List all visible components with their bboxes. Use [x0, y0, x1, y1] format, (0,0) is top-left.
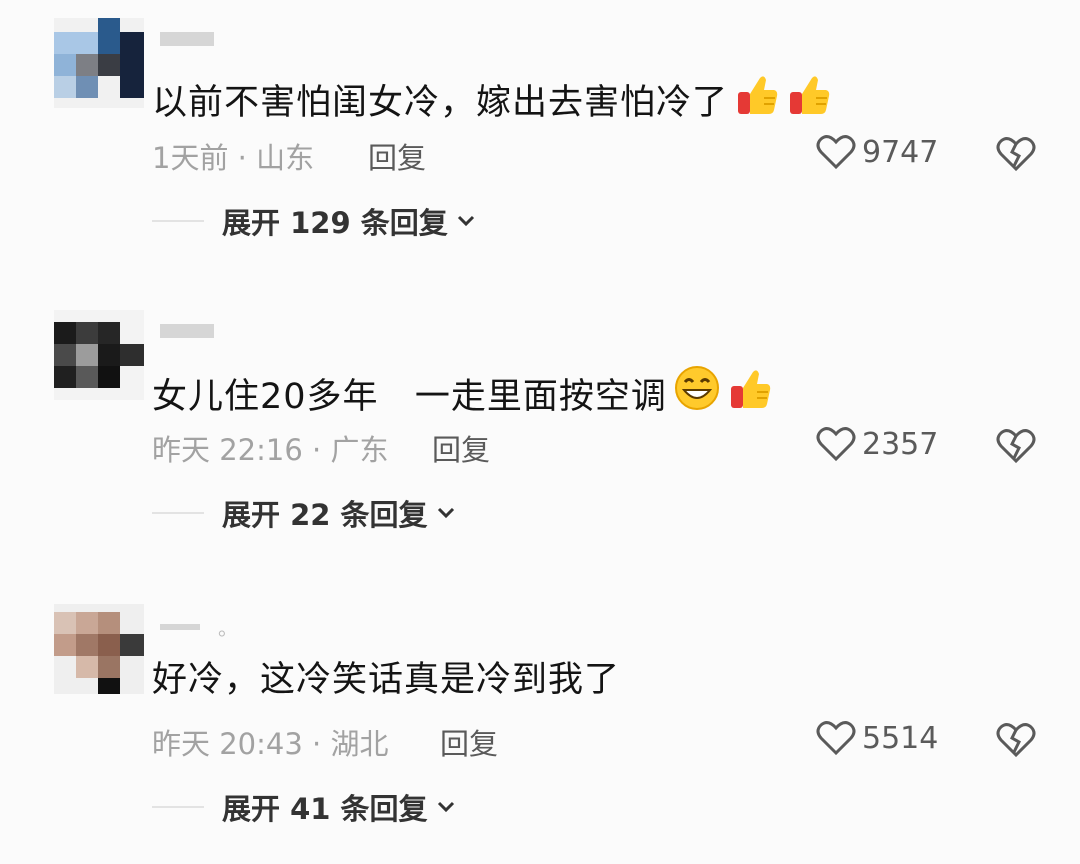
heart-icon: [816, 721, 856, 756]
like-count: 5514: [862, 720, 939, 756]
chevron-down-icon: [437, 801, 454, 813]
dislike-button[interactable]: [996, 722, 1036, 762]
comment-meta: 昨天 22:16 · 广东: [152, 433, 389, 467]
thumbs-up-icon: [727, 366, 773, 423]
expand-replies[interactable]: 展开 129 条回复: [152, 200, 476, 242]
broken-heart-icon: [996, 429, 1036, 464]
broken-heart-icon: [996, 137, 1036, 172]
chevron-down-icon: [437, 507, 454, 519]
thumbs-up-icon: [734, 72, 780, 129]
dislike-button[interactable]: [996, 136, 1036, 176]
expand-label: 展开 22 条回复: [222, 498, 428, 532]
chevron-down-icon: [457, 215, 474, 227]
like-button[interactable]: 9747: [816, 134, 938, 170]
expand-label: 展开 129 条回复: [222, 206, 448, 240]
expand-replies[interactable]: 展开 41 条回复: [152, 786, 456, 828]
divider: [152, 806, 204, 808]
username[interactable]: [160, 32, 214, 46]
like-button[interactable]: 2357: [816, 426, 938, 462]
comment-meta: 1天前 · 山东: [152, 141, 315, 175]
heart-icon: [816, 427, 856, 462]
comment-item: 女儿住20多年 一走里面按空调 昨天 22:16 · 广东 回复 2357 展开…: [0, 310, 1080, 570]
reply-button[interactable]: 回复: [440, 721, 498, 763]
grin-face-icon: [673, 364, 721, 423]
avatar[interactable]: [54, 18, 144, 108]
like-count: 2357: [862, 426, 939, 462]
broken-heart-icon: [996, 723, 1036, 758]
comment-text: 女儿住20多年 一走里面按空调: [152, 364, 773, 423]
like-button[interactable]: 5514: [816, 720, 938, 756]
divider: [152, 220, 204, 222]
dislike-button[interactable]: [996, 428, 1036, 468]
comment-text: 好冷，这冷笑话真是冷到我了: [152, 660, 621, 700]
expand-label: 展开 41 条回复: [222, 792, 428, 826]
avatar[interactable]: [54, 310, 144, 400]
like-count: 9747: [862, 134, 939, 170]
comment-item: 以前不害怕闺女冷，嫁出去害怕冷了 1天前 · 山东 回复 9747 展开 129…: [0, 18, 1080, 278]
comment-meta: 昨天 20:43 · 湖北: [152, 727, 389, 761]
reply-button[interactable]: 回复: [368, 135, 426, 177]
divider: [152, 512, 204, 514]
heart-icon: [816, 135, 856, 170]
username[interactable]: 。: [160, 616, 238, 640]
comment-text: 以前不害怕闺女冷，嫁出去害怕冷了: [152, 72, 832, 129]
comment-item: 。 好冷，这冷笑话真是冷到我了 昨天 20:43 · 湖北 回复 5514 展开…: [0, 604, 1080, 864]
avatar[interactable]: [54, 604, 144, 694]
thumbs-up-icon: [786, 72, 832, 129]
username[interactable]: [160, 324, 214, 338]
reply-button[interactable]: 回复: [432, 427, 490, 469]
expand-replies[interactable]: 展开 22 条回复: [152, 492, 456, 534]
